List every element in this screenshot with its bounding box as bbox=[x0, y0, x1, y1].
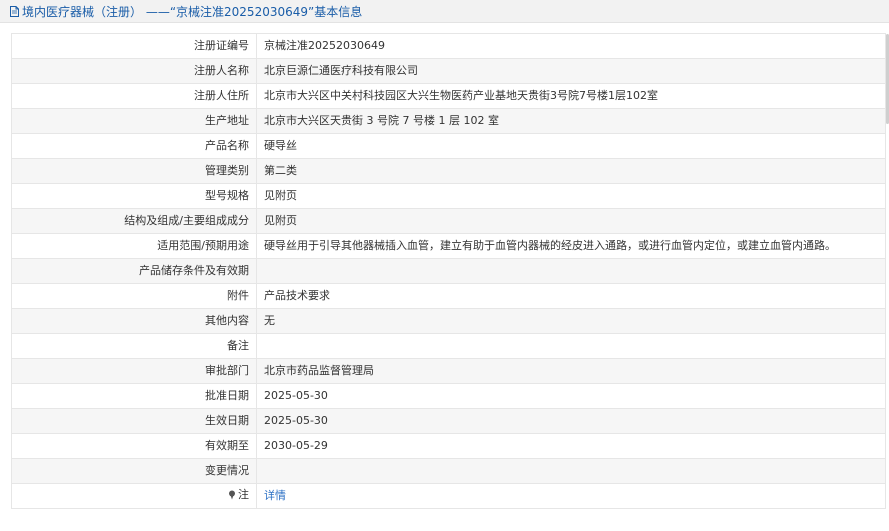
document-icon bbox=[10, 5, 19, 17]
table-row: 批准日期 2025-05-30 bbox=[11, 383, 886, 409]
row-label: 管理类别 bbox=[11, 158, 257, 184]
row-value: 产品技术要求 bbox=[256, 283, 886, 309]
table-row: 注册人住所 北京市大兴区中关村科技园区大兴生物医药产业基地天贵街3号院7号楼1层1… bbox=[11, 83, 886, 109]
row-label: 备注 bbox=[11, 333, 257, 359]
table-row: 其他内容无 bbox=[11, 308, 886, 334]
note-label-wrap: 注 bbox=[228, 489, 249, 501]
table-row: 结构及组成/主要组成成分 见附页 bbox=[11, 208, 886, 234]
page-header: 境内医疗器械（注册） ——“京械注准20252030649”基本信息 bbox=[0, 0, 889, 23]
table-row: 产品储存条件及有效期 bbox=[11, 258, 886, 284]
note-label: 注 bbox=[238, 488, 249, 501]
row-value bbox=[256, 258, 886, 284]
row-value bbox=[256, 333, 886, 359]
row-label: 有效期至 bbox=[11, 433, 257, 459]
row-label: 变更情况 bbox=[11, 458, 257, 484]
info-table: 注册证编号 京械注准20252030649 注册人名称 北京巨源仁通医疗科技有限公司注… bbox=[11, 33, 886, 509]
table-row: 管理类别 第二类 bbox=[11, 158, 886, 184]
table-row: 附件 产品技术要求 bbox=[11, 283, 886, 309]
row-value: 北京市大兴区中关村科技园区大兴生物医药产业基地天贵街3号院7号楼1层102室 bbox=[256, 83, 886, 109]
row-value: 见附页 bbox=[256, 208, 886, 234]
row-label: 审批部门 bbox=[11, 358, 257, 384]
table-row: 备注 bbox=[11, 333, 886, 359]
row-label: 附件 bbox=[11, 283, 257, 309]
row-label: 注册证编号 bbox=[11, 33, 257, 59]
row-label: 其他内容 bbox=[11, 308, 257, 334]
row-value: 硬导丝 bbox=[256, 133, 886, 159]
table-row: 注册证编号 京械注准20252030649 bbox=[11, 33, 886, 59]
info-table-container: 注册证编号 京械注准20252030649 注册人名称 北京巨源仁通医疗科技有限公司注… bbox=[11, 33, 886, 509]
table-row: 生产地址 北京市大兴区天贵街 3 号院 7 号楼 1 层 102 室 bbox=[11, 108, 886, 134]
row-value: 北京市大兴区天贵街 3 号院 7 号楼 1 层 102 室 bbox=[256, 108, 886, 134]
page-title: 境内医疗器械（注册） ——“京械注准20252030649”基本信息 bbox=[22, 4, 363, 19]
row-value: 京械注准20252030649 bbox=[256, 33, 886, 59]
details-link[interactable]: 详情 bbox=[264, 489, 286, 502]
note-value-cell: 详情 bbox=[256, 483, 886, 509]
row-label: 产品储存条件及有效期 bbox=[11, 258, 257, 284]
table-row: 审批部门 北京市药品监督管理局 bbox=[11, 358, 886, 384]
table-row: 生效日期 2025-05-30 bbox=[11, 408, 886, 434]
note-label-cell: 注 bbox=[11, 483, 257, 509]
table-row: 注册人名称 北京巨源仁通医疗科技有限公司 bbox=[11, 58, 886, 84]
table-row-note: 注 详情 bbox=[11, 483, 886, 509]
pin-icon bbox=[229, 490, 235, 500]
row-value: 2025-05-30 bbox=[256, 383, 886, 409]
row-label: 注册人名称 bbox=[11, 58, 257, 84]
table-row: 变更情况 bbox=[11, 458, 886, 484]
row-label: 型号规格 bbox=[11, 183, 257, 209]
row-value bbox=[256, 458, 886, 484]
row-label: 生效日期 bbox=[11, 408, 257, 434]
row-label: 批准日期 bbox=[11, 383, 257, 409]
row-value: 2030-05-29 bbox=[256, 433, 886, 459]
row-label: 产品名称 bbox=[11, 133, 257, 159]
row-label: 适用范围/预期用途 bbox=[11, 233, 257, 259]
table-row: 型号规格 见附页 bbox=[11, 183, 886, 209]
row-value: 见附页 bbox=[256, 183, 886, 209]
table-row: 适用范围/预期用途 硬导丝用于引导其他器械插入血管，建立有助于血管内器械的经皮进入… bbox=[11, 233, 886, 259]
row-value: 2025-05-30 bbox=[256, 408, 886, 434]
row-value: 无 bbox=[256, 308, 886, 334]
table-row: 有效期至 2030-05-29 bbox=[11, 433, 886, 459]
row-label: 结构及组成/主要组成成分 bbox=[11, 208, 257, 234]
row-value: 北京巨源仁通医疗科技有限公司 bbox=[256, 58, 886, 84]
table-row: 产品名称 硬导丝 bbox=[11, 133, 886, 159]
row-label: 注册人住所 bbox=[11, 83, 257, 109]
row-value: 第二类 bbox=[256, 158, 886, 184]
row-value: 硬导丝用于引导其他器械插入血管，建立有助于血管内器械的经皮进入通路，或进行血管内… bbox=[256, 233, 886, 259]
row-value: 北京市药品监督管理局 bbox=[256, 358, 886, 384]
row-label: 生产地址 bbox=[11, 108, 257, 134]
